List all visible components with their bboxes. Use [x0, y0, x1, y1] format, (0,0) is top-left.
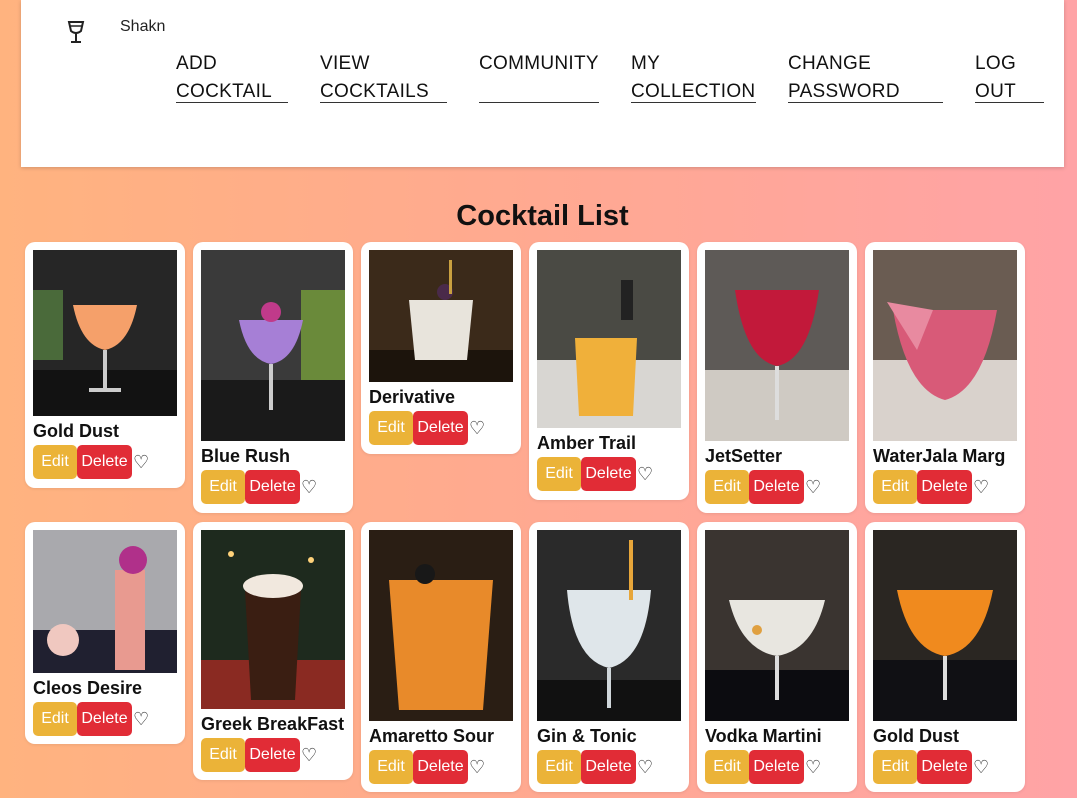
heart-icon[interactable]: ♡ — [301, 470, 317, 504]
edit-button[interactable]: Edit — [537, 750, 581, 784]
heart-icon[interactable]: ♡ — [133, 445, 149, 479]
delete-button[interactable]: Delete — [413, 411, 468, 445]
heart-icon[interactable]: ♡ — [133, 702, 149, 736]
cocktail-card: Vodka Martini Edit Delete ♡ — [697, 522, 857, 792]
cocktail-name: Gold Dust — [873, 726, 959, 746]
cocktail-photo[interactable] — [537, 250, 681, 428]
cocktail-name: Gold Dust — [33, 421, 119, 441]
edit-button[interactable]: Edit — [369, 750, 413, 784]
edit-button[interactable]: Edit — [705, 470, 749, 504]
heart-icon[interactable]: ♡ — [973, 750, 989, 784]
edit-button[interactable]: Edit — [873, 750, 917, 784]
cocktail-photo[interactable] — [201, 530, 345, 709]
delete-button[interactable]: Delete — [245, 738, 300, 772]
page-title: Cocktail List — [456, 200, 629, 232]
delete-button[interactable]: Delete — [749, 470, 804, 504]
delete-button[interactable]: Delete — [917, 750, 972, 784]
nav-add-cocktail[interactable]: ADD COCKTAIL — [176, 50, 288, 103]
nav-community[interactable]: COMMUNITY — [479, 50, 599, 103]
cocktail-name: Gin & Tonic — [537, 726, 637, 746]
heart-icon[interactable]: ♡ — [637, 750, 653, 784]
delete-button[interactable]: Delete — [245, 470, 300, 504]
cocktail-card: Gold Dust Edit Delete ♡ — [25, 242, 185, 488]
cocktail-card: Blue Rush Edit Delete ♡ — [193, 242, 353, 513]
brand-name[interactable]: Shakn — [120, 18, 165, 36]
cocktail-photo[interactable] — [369, 250, 513, 382]
heart-icon[interactable]: ♡ — [805, 750, 821, 784]
heart-icon[interactable]: ♡ — [469, 750, 485, 784]
edit-button[interactable]: Edit — [33, 702, 77, 736]
cocktail-photo[interactable] — [873, 530, 1017, 721]
cocktail-card: Greek BreakFast Edit Delete ♡ — [193, 522, 353, 780]
edit-button[interactable]: Edit — [201, 470, 245, 504]
cocktail-photo[interactable] — [705, 250, 849, 441]
cocktail-name: Derivative — [369, 387, 456, 407]
delete-button[interactable]: Delete — [917, 470, 972, 504]
cocktail-card: Amaretto Sour Edit Delete ♡ — [361, 522, 521, 792]
delete-button[interactable]: Delete — [581, 457, 636, 491]
cocktail-card: Gin & Tonic Edit Delete ♡ — [529, 522, 689, 792]
cocktail-name: Vodka Martini — [705, 726, 822, 746]
heart-icon[interactable]: ♡ — [301, 738, 317, 772]
heart-icon[interactable]: ♡ — [637, 457, 653, 491]
cocktail-name: Amber Trail — [537, 433, 637, 453]
cocktail-photo[interactable] — [33, 250, 177, 416]
edit-button[interactable]: Edit — [33, 445, 77, 479]
cocktail-name: Amaretto Sour — [369, 726, 495, 746]
cocktail-card: Gold Dust Edit Delete ♡ — [865, 522, 1025, 792]
edit-button[interactable]: Edit — [369, 411, 413, 445]
delete-button[interactable]: Delete — [77, 702, 132, 736]
cocktail-name: Cleos Desire — [33, 678, 143, 698]
cocktail-card: Derivative Edit Delete ♡ — [361, 242, 521, 454]
delete-button[interactable]: Delete — [581, 750, 636, 784]
cocktail-photo[interactable] — [33, 530, 177, 673]
cocktail-card: WaterJala Marg Edit Delete ♡ — [865, 242, 1025, 513]
edit-button[interactable]: Edit — [873, 470, 917, 504]
delete-button[interactable]: Delete — [77, 445, 132, 479]
delete-button[interactable]: Delete — [749, 750, 804, 784]
cocktail-photo[interactable] — [873, 250, 1017, 441]
nav-change-password[interactable]: CHANGE PASSWORD — [788, 50, 943, 103]
cocktail-card: Cleos Desire Edit Delete ♡ — [25, 522, 185, 744]
cocktail-name: JetSetter — [705, 446, 783, 466]
cocktail-photo[interactable] — [369, 530, 513, 721]
heart-icon[interactable]: ♡ — [805, 470, 821, 504]
cocktail-photo[interactable] — [201, 250, 345, 441]
edit-button[interactable]: Edit — [201, 738, 245, 772]
cocktail-card: Amber Trail Edit Delete ♡ — [529, 242, 689, 500]
cocktail-name: Greek BreakFast — [201, 714, 345, 734]
cocktail-name: WaterJala Marg — [873, 446, 1006, 466]
heart-icon[interactable]: ♡ — [973, 470, 989, 504]
nav-view-cocktails[interactable]: VIEW COCKTAILS — [320, 50, 447, 103]
top-navbar: Shakn ADD COCKTAIL VIEW COCKTAILS COMMUN… — [21, 0, 1064, 167]
nav-log-out[interactable]: LOG OUT — [975, 50, 1044, 103]
cocktail-photo[interactable] — [705, 530, 849, 721]
cocktail-photo[interactable] — [537, 530, 681, 721]
edit-button[interactable]: Edit — [705, 750, 749, 784]
nav-my-collection[interactable]: MY COLLECTION — [631, 50, 756, 103]
heart-icon[interactable]: ♡ — [469, 411, 485, 445]
edit-button[interactable]: Edit — [537, 457, 581, 491]
cocktail-name: Blue Rush — [201, 446, 291, 466]
cocktail-card: JetSetter Edit Delete ♡ — [697, 242, 857, 513]
delete-button[interactable]: Delete — [413, 750, 468, 784]
cocktail-glass-icon[interactable] — [66, 20, 86, 44]
